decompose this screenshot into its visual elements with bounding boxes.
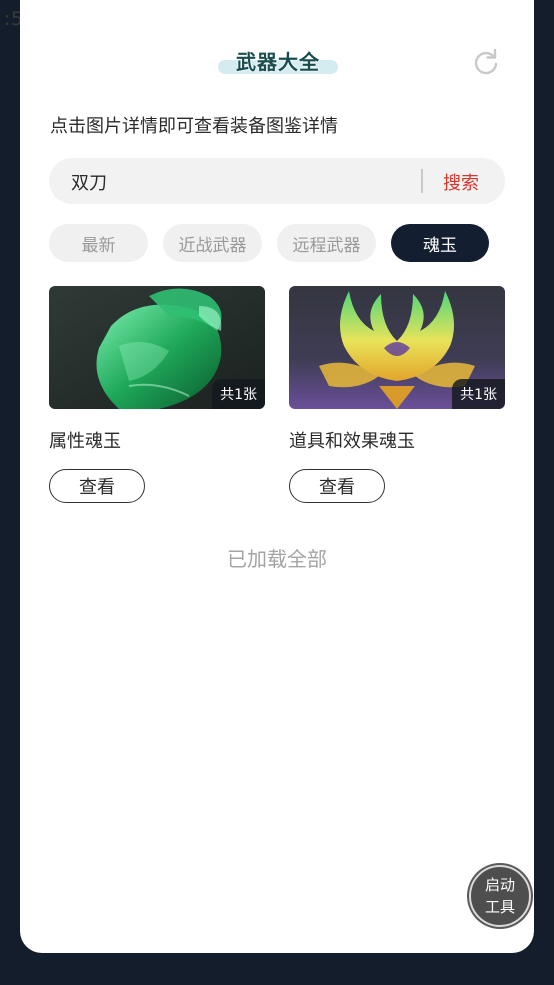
- launch-tools-button[interactable]: 启动 工具: [469, 865, 531, 927]
- item-image[interactable]: 共1张: [289, 286, 505, 409]
- search-button[interactable]: 搜索: [443, 169, 479, 195]
- view-button[interactable]: 查看: [289, 469, 385, 503]
- fab-label-line2: 工具: [484, 898, 515, 916]
- fab-label-line1: 启动: [484, 876, 515, 894]
- page-header: 武器大全: [218, 44, 338, 78]
- refresh-button[interactable]: [472, 48, 500, 76]
- search-input[interactable]: 双刀: [71, 169, 107, 195]
- tab-soul-jade[interactable]: 魂玉: [391, 224, 489, 262]
- item-name: 道具和效果魂玉: [289, 431, 415, 452]
- main-card: 武器大全 点击图片详情即可查看装备图鉴详情 双刀 搜索 最新 近战武器 远程武器…: [20, 0, 534, 953]
- refresh-icon: [474, 48, 498, 75]
- view-button[interactable]: 查看: [49, 469, 145, 503]
- count-badge: 共1张: [212, 379, 265, 409]
- search-divider: [421, 169, 423, 193]
- loaded-all-text: 已加载全部: [227, 547, 327, 571]
- tab-melee-weapons[interactable]: 近战武器: [163, 224, 262, 262]
- item-image[interactable]: 共1张: [49, 286, 265, 409]
- hint-text: 点击图片详情即可查看装备图鉴详情: [50, 116, 338, 137]
- search-bar: 双刀 搜索: [49, 158, 505, 204]
- item-name: 属性魂玉: [49, 431, 121, 452]
- page-title: 武器大全: [236, 50, 320, 74]
- count-badge: 共1张: [452, 379, 505, 409]
- tab-ranged-weapons[interactable]: 远程武器: [277, 224, 376, 262]
- list-item: 共1张 道具和效果魂玉 查看: [289, 286, 505, 503]
- tab-latest[interactable]: 最新: [49, 224, 148, 262]
- list-item: 共1张 属性魂玉 查看: [49, 286, 265, 503]
